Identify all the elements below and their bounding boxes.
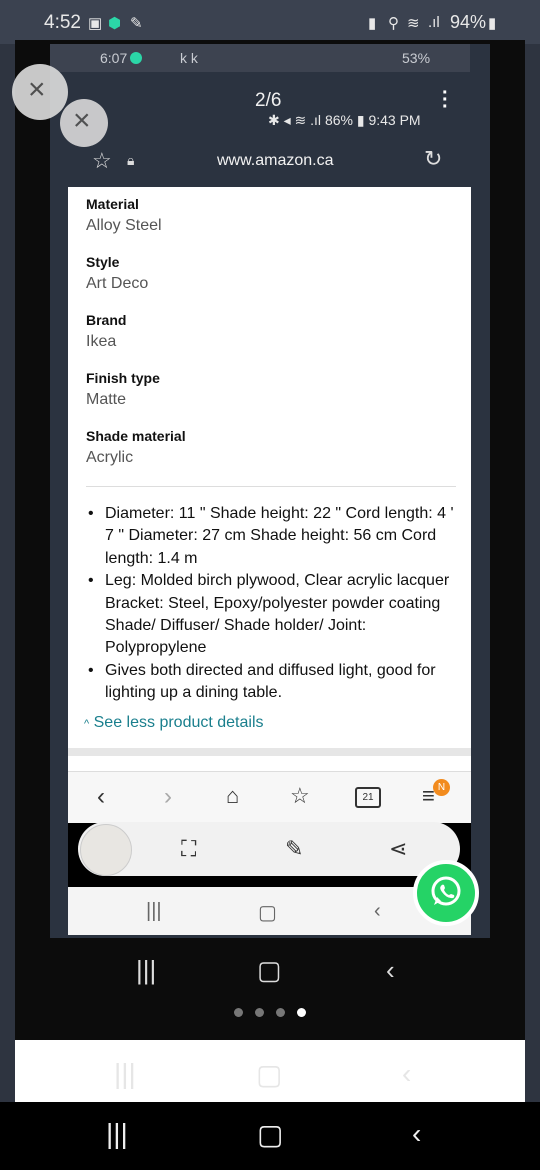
page-indicator: 2/6 [255,90,282,111]
browser-bottom-bar [68,771,471,824]
see-less-link[interactable]: ^ See less product details [84,714,264,732]
spec-value: Ikea [86,333,117,350]
screenshot-thumbnail[interactable] [80,824,132,876]
battery-level: 94% [450,12,487,32]
more-options-icon[interactable]: · · · [442,83,449,117]
forward-icon[interactable]: › [164,783,172,811]
recents-icon: ||| [114,1058,136,1089]
spec-label: Material [86,196,139,212]
inner-status-bar: 6:07 k k 53% [50,44,470,72]
close-icon: × [28,73,46,106]
close-button[interactable]: × [12,64,68,120]
location-icon: ⚲ [388,15,399,32]
feature-bullets: Diameter: 11 " Shade height: 22 " Cord l… [88,503,458,705]
recents-icon[interactable]: ||| [136,955,156,986]
home-button-icon[interactable]: ▢ [258,900,277,925]
spec-label: Shade material [86,428,186,444]
spec-label: Finish type [86,370,160,386]
bullet-item: Diameter: 11 " Shade height: 22 " Cord l… [88,503,458,570]
bookmarks-icon[interactable]: ☆ [290,783,310,809]
inner-battery: 53% [402,50,431,66]
back-icon[interactable]: ‹ [97,783,105,811]
battery-icon: ▮ [488,15,497,32]
home-button-icon[interactable]: ▢ [257,955,282,986]
mic-notification-icon: ✎ [130,15,143,32]
recents-icon[interactable]: ||| [106,1118,128,1150]
edit-icon[interactable]: ✎ [285,836,303,862]
notification-badge: N [433,779,450,796]
close-button-secondary[interactable]: × [60,99,108,147]
scan-icon[interactable]: ⛶ [181,836,196,862]
recents-icon[interactable]: ||| [146,900,162,923]
inner-status-letters: k k [180,50,198,66]
share-icon[interactable]: ⋖ [389,836,407,862]
bullet-item: Leg: Molded birch plywood, Clear acrylic… [88,570,458,660]
whatsapp-icon [431,876,461,906]
inner3-battery: 86% [324,112,353,128]
close-icon: × [73,104,91,137]
lock-icon: 🔒︎ [127,152,135,168]
wifi-icon: ≋ [407,15,420,32]
spec-label: Brand [86,312,127,328]
spec-value: Matte [86,391,127,408]
spec-value: Art Deco [86,275,149,292]
tabs-icon[interactable]: 21 [355,787,381,808]
home-button-icon[interactable]: ▢ [257,1118,283,1151]
spec-label: Style [86,254,120,270]
page-dot [255,1008,264,1017]
see-less-label: See less product details [93,714,264,731]
star-icon[interactable]: ☆ [92,148,112,174]
status-time: 4:52 [44,12,81,33]
page-dot [234,1008,243,1017]
signal-icon: .ıl [428,14,440,31]
home-icon[interactable]: ⌂ [226,783,239,809]
divider [86,486,456,487]
back-nav-icon[interactable]: ‹ [412,1118,421,1150]
inner-status-time: 6:07 [100,50,128,66]
chevron-up-icon: ^ [84,718,90,730]
clipboard-icon: ▮ [368,15,377,32]
back-nav-icon[interactable]: ‹ [374,900,381,923]
bullet-item: Gives both directed and diffused light, … [88,660,458,705]
gallery-notification-icon: ▣ [88,15,103,32]
tabs-count: 21 [362,792,374,803]
section-separator [68,748,471,756]
back-nav-icon[interactable]: ‹ [386,955,395,986]
app-notification-icon: ⬢ [108,15,122,32]
inner-status-bar-3: ✱ ◂ ≋ .ıl 86% ▮ 9:43 PM [268,112,421,128]
spec-value: Alloy Steel [86,217,162,234]
home-button-icon: ▢ [256,1059,283,1090]
inner3-time: 9:43 PM [368,112,421,128]
spec-value: Acrylic [86,449,134,466]
back-nav-icon: ‹ [402,1058,412,1089]
url-text[interactable]: www.amazon.ca [217,152,334,170]
app-icon [130,52,142,64]
status-bar: 4:52 ▣ ⬢ ✎ ▮ ⚲ ≋ .ıl 94% ▮ [0,0,540,44]
page-dot-active [297,1008,306,1017]
page-dot [276,1008,285,1017]
refresh-icon[interactable]: ↻ [424,146,442,172]
partial-content [68,756,471,771]
